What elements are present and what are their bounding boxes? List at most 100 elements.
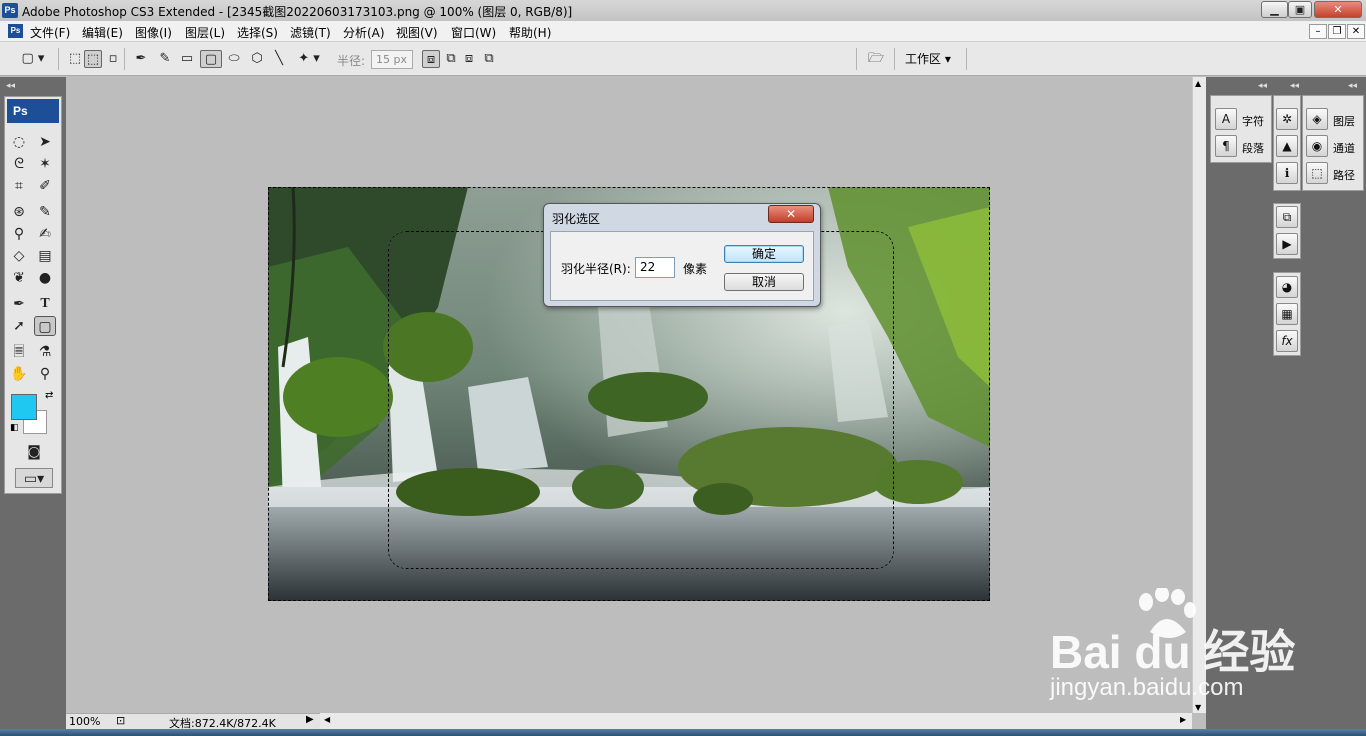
collapse-arrows-icon[interactable]: ◂◂ bbox=[6, 81, 15, 91]
horizontal-scrollbar[interactable]: ◀ ▶ bbox=[320, 713, 1192, 729]
history-panel-icon[interactable]: ⧉ bbox=[1276, 206, 1298, 228]
add-area-icon[interactable]: ⧉ bbox=[442, 50, 460, 68]
color-panel-icon[interactable]: ◕ bbox=[1276, 276, 1298, 298]
styles-panel-icon[interactable]: fx bbox=[1276, 330, 1298, 352]
doc-minimize-button[interactable]: – bbox=[1309, 24, 1327, 39]
elliptical-marquee-icon[interactable]: ◌ bbox=[8, 132, 30, 152]
intersect-area-icon[interactable]: ⧉ bbox=[480, 50, 498, 68]
doc-close-button[interactable]: ✕ bbox=[1347, 24, 1365, 39]
scroll-left-icon[interactable]: ◀ bbox=[324, 715, 330, 724]
crop-tool-icon[interactable]: ⌗ bbox=[8, 176, 30, 196]
scroll-up-icon[interactable]: ▲ bbox=[1195, 79, 1201, 88]
character-panel-label[interactable]: 字符 bbox=[1242, 113, 1264, 129]
menu-file[interactable]: 文件(F) bbox=[30, 24, 70, 41]
rectangle-shape-icon[interactable]: ▭ bbox=[178, 50, 196, 68]
menu-image[interactable]: 图像(I) bbox=[135, 24, 172, 41]
actions-panel-icon[interactable]: ▶ bbox=[1276, 233, 1298, 255]
doc-restore-button[interactable]: ❐ bbox=[1328, 24, 1346, 39]
shape-layers-icon[interactable]: ⬚ bbox=[66, 50, 84, 68]
move-tool-icon[interactable]: ➤ bbox=[34, 132, 56, 152]
gradient-tool-icon[interactable]: ▤ bbox=[34, 246, 56, 266]
channels-panel-label[interactable]: 通道 bbox=[1333, 140, 1355, 156]
line-shape-icon[interactable]: ╲ bbox=[270, 50, 288, 68]
paths-icon[interactable]: ⬚ bbox=[84, 50, 102, 68]
collapse-arrows-icon[interactable]: ◂◂ bbox=[1290, 81, 1299, 91]
custom-shape-icon[interactable]: ✦ ▾ bbox=[292, 50, 326, 68]
info-panel-icon[interactable]: ℹ bbox=[1276, 162, 1298, 184]
hand-tool-icon[interactable]: ✋ bbox=[8, 364, 30, 384]
divider bbox=[856, 48, 857, 70]
polygon-shape-icon[interactable]: ⬡ bbox=[248, 50, 266, 68]
brush-tool-icon[interactable]: ✎ bbox=[34, 202, 56, 222]
menu-analysis[interactable]: 分析(A) bbox=[343, 24, 385, 41]
title-bar: Ps Adobe Photoshop CS3 Extended - [2345截… bbox=[0, 0, 1366, 21]
dialog-close-button[interactable]: ✕ bbox=[768, 205, 814, 223]
default-colors-icon[interactable]: ◧ bbox=[10, 423, 19, 433]
paths-panel-label[interactable]: 路径 bbox=[1333, 167, 1355, 183]
bridge-icon[interactable]: 🗁 bbox=[864, 50, 888, 68]
menu-filter[interactable]: 滤镜(T) bbox=[290, 24, 331, 41]
blur-tool-icon[interactable]: ❦ bbox=[8, 268, 30, 288]
clone-stamp-icon[interactable]: ⚲ bbox=[8, 224, 30, 244]
ok-button[interactable]: 确定 bbox=[724, 245, 804, 263]
histogram-panel-icon[interactable]: ▲ bbox=[1276, 135, 1298, 157]
swatches-panel-icon[interactable]: ▦ bbox=[1276, 303, 1298, 325]
cancel-button[interactable]: 取消 bbox=[724, 273, 804, 291]
subtract-area-icon[interactable]: ⧈ bbox=[460, 50, 478, 68]
history-brush-icon[interactable]: ✍ bbox=[34, 224, 56, 244]
dodge-tool-icon[interactable]: ● bbox=[34, 268, 56, 288]
eyedropper-icon[interactable]: ⚗ bbox=[34, 342, 56, 362]
paragraph-panel-icon[interactable]: ¶ bbox=[1215, 135, 1237, 157]
path-selection-icon[interactable]: ➚ bbox=[8, 316, 30, 336]
channels-panel-icon[interactable]: ◉ bbox=[1306, 135, 1328, 157]
slice-tool-icon[interactable]: ✐ bbox=[34, 176, 56, 196]
feather-radius-input[interactable]: 22 bbox=[635, 257, 675, 278]
maximize-button[interactable]: ▣ bbox=[1288, 1, 1312, 18]
pen-tool-icon[interactable]: ✒ bbox=[132, 50, 150, 68]
menu-edit[interactable]: 编辑(E) bbox=[82, 24, 123, 41]
status-menu-icon[interactable]: ⊡ bbox=[116, 714, 125, 727]
healing-brush-icon[interactable]: ⊛ bbox=[8, 202, 30, 222]
menu-layer[interactable]: 图层(L) bbox=[185, 24, 225, 41]
close-button[interactable]: ✕ bbox=[1314, 1, 1362, 18]
screen-mode-icon[interactable]: ▭▾ bbox=[15, 468, 53, 488]
menu-help[interactable]: 帮助(H) bbox=[509, 24, 551, 41]
rounded-rectangle-icon[interactable]: ▢ bbox=[200, 50, 222, 68]
pen-tool-icon[interactable]: ✒ bbox=[8, 294, 30, 314]
layers-panel-label[interactable]: 图层 bbox=[1333, 113, 1355, 129]
freeform-pen-icon[interactable]: ✎ bbox=[156, 50, 174, 68]
zoom-level[interactable]: 100% bbox=[69, 715, 100, 728]
notes-tool-icon[interactable]: 🗏 bbox=[8, 342, 30, 362]
type-tool-icon[interactable]: T bbox=[34, 294, 56, 314]
menu-select[interactable]: 选择(S) bbox=[237, 24, 278, 41]
swap-colors-icon[interactable]: ⇄ bbox=[45, 390, 53, 401]
zoom-tool-icon[interactable]: ⚲ bbox=[34, 364, 56, 384]
collapse-arrows-icon[interactable]: ◂◂ bbox=[1258, 81, 1267, 91]
foreground-color-swatch[interactable] bbox=[11, 394, 37, 420]
collapse-arrows-icon[interactable]: ◂◂ bbox=[1348, 81, 1357, 91]
paths-panel-icon[interactable]: ⬚ bbox=[1306, 162, 1328, 184]
workspace-menu[interactable]: 工作区 ▾ bbox=[905, 50, 951, 67]
status-expand-icon[interactable]: ▶ bbox=[306, 714, 314, 725]
quick-mask-icon[interactable]: ◙ bbox=[22, 442, 46, 462]
minimize-button[interactable]: ▁ bbox=[1261, 1, 1288, 18]
ellipse-shape-icon[interactable]: ⬭ bbox=[225, 50, 243, 68]
character-panel-icon[interactable]: A bbox=[1215, 108, 1237, 130]
layers-panel-icon[interactable]: ◈ bbox=[1306, 108, 1328, 130]
paragraph-panel-label[interactable]: 段落 bbox=[1242, 140, 1264, 156]
new-area-icon[interactable]: ⧈ bbox=[422, 50, 440, 68]
document-icon[interactable]: Ps bbox=[8, 24, 23, 38]
fill-pixels-icon[interactable]: ▫ bbox=[104, 50, 122, 68]
menu-view[interactable]: 视图(V) bbox=[396, 24, 438, 41]
divider bbox=[966, 48, 967, 70]
scroll-right-icon[interactable]: ▶ bbox=[1180, 715, 1186, 724]
rounded-rectangle-tool-icon[interactable]: ▢ bbox=[34, 316, 56, 336]
os-taskbar bbox=[0, 729, 1366, 736]
magic-wand-icon[interactable]: ✶ bbox=[34, 154, 56, 174]
eraser-tool-icon[interactable]: ◇ bbox=[8, 246, 30, 266]
navigator-panel-icon[interactable]: ✲ bbox=[1276, 108, 1298, 130]
lasso-tool-icon[interactable]: ᘓ bbox=[8, 154, 30, 174]
radius-input[interactable]: 15 px bbox=[371, 50, 413, 69]
menu-window[interactable]: 窗口(W) bbox=[451, 24, 496, 41]
tool-preset-picker[interactable]: ▢ ▾ bbox=[16, 50, 50, 68]
